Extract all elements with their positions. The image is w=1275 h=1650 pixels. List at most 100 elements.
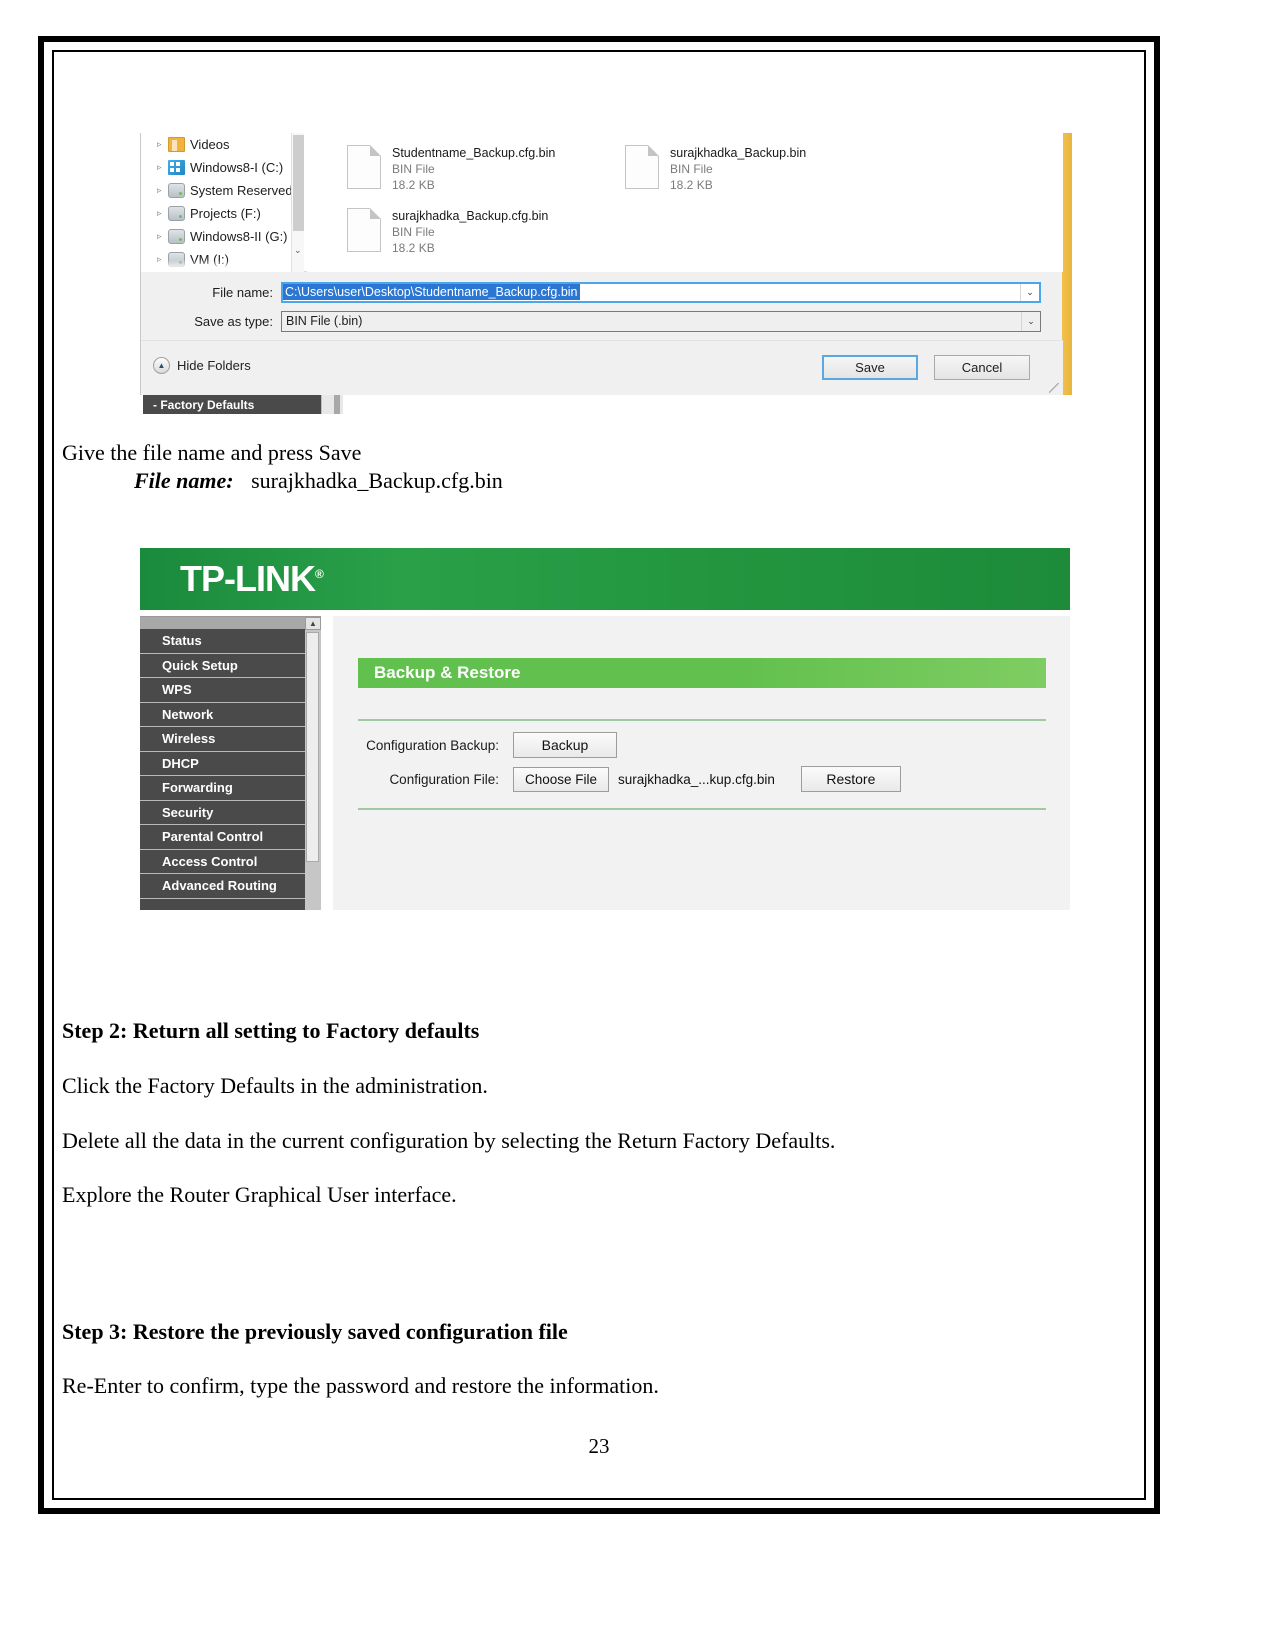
- sidebar-item-parental-control[interactable]: Parental Control: [140, 825, 305, 850]
- sidebar-item-status[interactable]: Status: [140, 629, 305, 654]
- drive-icon: [168, 206, 185, 221]
- tree-item-label: Projects (F:): [190, 206, 261, 221]
- sidebar-item-dhcp[interactable]: DHCP: [140, 751, 305, 776]
- sidebar-item-wireless[interactable]: Wireless: [140, 727, 305, 752]
- bin-file-icon: [347, 145, 381, 189]
- folder-tree-pane[interactable]: ▹ Videos ▹ Windows8-I (C:) ▹ System Rese…: [141, 133, 298, 272]
- caption-line-1: Give the file name and press Save: [62, 440, 362, 465]
- tplink-logo-text: TP-LINK: [180, 558, 316, 599]
- sidebar-item-forwarding[interactable]: Forwarding: [140, 776, 305, 801]
- chevron-up-icon[interactable]: ▲: [153, 357, 170, 374]
- chevron-right-icon[interactable]: ▹: [157, 162, 168, 173]
- router-ui-screenshot: TP-LINK® Status Quick Setup WPS Network …: [140, 548, 1070, 910]
- choose-file-button[interactable]: Choose File: [513, 766, 609, 792]
- scrollbar-thumb[interactable]: [334, 395, 340, 414]
- hide-folders-button[interactable]: ▲ Hide Folders: [153, 357, 251, 374]
- file-list-item[interactable]: surajkhadka_Backup.bin BIN File 18.2 KB: [625, 145, 806, 193]
- file-type: BIN File: [392, 162, 435, 176]
- file-size: 18.2 KB: [670, 178, 713, 192]
- chevron-down-icon[interactable]: ⌄: [1020, 283, 1039, 301]
- factory-defaults-strip: - Factory Defaults: [140, 395, 1072, 415]
- chevron-right-icon[interactable]: ▹: [157, 185, 168, 196]
- step3-heading: Step 3: Restore the previously saved con…: [62, 1319, 568, 1344]
- tree-item-label: Videos: [190, 137, 230, 152]
- file-list-pane[interactable]: Studentname_Backup.cfg.bin BIN File 18.2…: [307, 133, 1063, 272]
- background-scrollbar[interactable]: [321, 395, 343, 414]
- file-list-item[interactable]: surajkhadka_Backup.cfg.bin BIN File 18.2…: [347, 208, 548, 256]
- file-name: surajkhadka_Backup.bin: [670, 146, 807, 160]
- file-size: 18.2 KB: [392, 178, 435, 192]
- chevron-down-icon[interactable]: ⌄: [1021, 311, 1040, 331]
- file-name: surajkhadka_Backup.cfg.bin: [392, 209, 549, 223]
- chevron-right-icon[interactable]: ▹: [157, 231, 168, 242]
- caption-file-name: File name: surajkhadka_Backup.cfg.bin: [62, 468, 503, 494]
- tplink-logo: TP-LINK®: [180, 558, 324, 600]
- tree-fade-overlay: [141, 260, 298, 272]
- file-type: BIN File: [670, 162, 713, 176]
- chevron-down-icon[interactable]: ⌄: [294, 245, 302, 256]
- configuration-file-label: Configuration File:: [389, 771, 499, 787]
- file-meta: Studentname_Backup.cfg.bin BIN File 18.2…: [392, 145, 555, 193]
- tree-item-videos[interactable]: ▹ Videos: [141, 133, 298, 156]
- file-browser-area: ▹ Videos ▹ Windows8-I (C:) ▹ System Rese…: [141, 133, 1063, 272]
- tree-item-label: Windows8-II (G:): [190, 229, 288, 244]
- chevron-right-icon[interactable]: ▹: [157, 208, 168, 219]
- sidebar-scrollbar[interactable]: ▲: [305, 616, 321, 910]
- tree-item-windows8-i[interactable]: ▹ Windows8-I (C:): [141, 156, 298, 179]
- file-name-input[interactable]: C:\Users\user\Desktop\Studentname_Backup…: [281, 281, 1041, 303]
- file-list-item[interactable]: Studentname_Backup.cfg.bin BIN File 18.2…: [347, 145, 555, 193]
- restore-button[interactable]: Restore: [800, 766, 901, 792]
- sidebar-item-security[interactable]: Security: [140, 800, 305, 825]
- configuration-backup-row: Configuration Backup: Backup: [333, 732, 617, 758]
- scrollbar-thumb[interactable]: [293, 135, 304, 231]
- panel-title-backup-restore: Backup & Restore: [358, 658, 1046, 688]
- save-as-type-row: Save as type: BIN File (.bin) ⌄: [141, 308, 1063, 334]
- caption-file-name-label: File name:: [134, 468, 234, 493]
- tree-item-projects-f[interactable]: ▹ Projects (F:): [141, 202, 298, 225]
- resize-grip[interactable]: [1049, 383, 1059, 393]
- sidebar-top-spacer: [140, 617, 305, 629]
- panel-divider-bottom: [358, 808, 1046, 810]
- sidebar-item-network[interactable]: Network: [140, 702, 305, 727]
- step3-line-1: Re-Enter to confirm, type the password a…: [62, 1373, 659, 1398]
- save-as-type-select[interactable]: BIN File (.bin) ⌄: [281, 310, 1041, 332]
- file-name-label: File name:: [212, 284, 273, 300]
- file-type: BIN File: [392, 225, 435, 239]
- sidebar-item-wps[interactable]: WPS: [140, 678, 305, 703]
- chevron-up-icon[interactable]: ▲: [305, 617, 321, 630]
- chevron-right-icon[interactable]: ▹: [157, 139, 168, 150]
- panel-divider-top: [358, 719, 1046, 721]
- tree-item-label: Windows8-I (C:): [190, 160, 284, 175]
- step2-heading: Step 2: Return all setting to Factory de…: [62, 1018, 480, 1043]
- file-name-value[interactable]: C:\Users\user\Desktop\Studentname_Backup…: [283, 284, 580, 300]
- caption-file-name-value: surajkhadka_Backup.cfg.bin: [251, 468, 503, 493]
- save-as-type-value: BIN File (.bin): [286, 314, 363, 328]
- dialog-footer: ▲ Hide Folders Save Cancel: [141, 340, 1063, 396]
- router-body: Status Quick Setup WPS Network Wireless …: [140, 616, 1070, 910]
- cancel-button[interactable]: Cancel: [934, 355, 1030, 380]
- backup-button[interactable]: Backup: [513, 732, 617, 758]
- step2-line-3: Explore the Router Graphical User interf…: [62, 1182, 457, 1207]
- page-content: ▹ Videos ▹ Windows8-I (C:) ▹ System Rese…: [60, 58, 1138, 1492]
- file-name: Studentname_Backup.cfg.bin: [392, 146, 556, 160]
- hide-folders-label: Hide Folders: [177, 358, 251, 373]
- tree-item-system-reserved[interactable]: ▹ System Reserved: [141, 179, 298, 202]
- tree-item-windows8-ii-g[interactable]: ▹ Windows8-II (G:): [141, 225, 298, 248]
- sidebar-item-factory-defaults[interactable]: - Factory Defaults: [143, 395, 321, 414]
- save-button[interactable]: Save: [822, 355, 918, 380]
- configuration-file-row: Configuration File: Choose File surajkha…: [333, 766, 901, 792]
- sidebar-item-quick-setup[interactable]: Quick Setup: [140, 653, 305, 678]
- windows-drive-icon: [168, 160, 185, 175]
- sidebar-item-advanced-routing[interactable]: Advanced Routing: [140, 874, 305, 899]
- file-meta: surajkhadka_Backup.cfg.bin BIN File 18.2…: [392, 208, 548, 256]
- page-number: 23: [588, 1434, 610, 1458]
- router-header: TP-LINK®: [140, 548, 1070, 610]
- scrollbar-thumb[interactable]: [306, 632, 319, 862]
- videos-folder-icon: [168, 137, 185, 152]
- folder-tree-scrollbar[interactable]: ⌄: [291, 133, 304, 272]
- router-sidebar: Status Quick Setup WPS Network Wireless …: [140, 616, 305, 910]
- tree-item-label: System Reserved: [190, 183, 293, 198]
- save-as-dialog-screenshot: ▹ Videos ▹ Windows8-I (C:) ▹ System Rese…: [140, 133, 1072, 415]
- step2-line-2: Delete all the data in the current confi…: [62, 1128, 836, 1153]
- sidebar-item-access-control[interactable]: Access Control: [140, 849, 305, 874]
